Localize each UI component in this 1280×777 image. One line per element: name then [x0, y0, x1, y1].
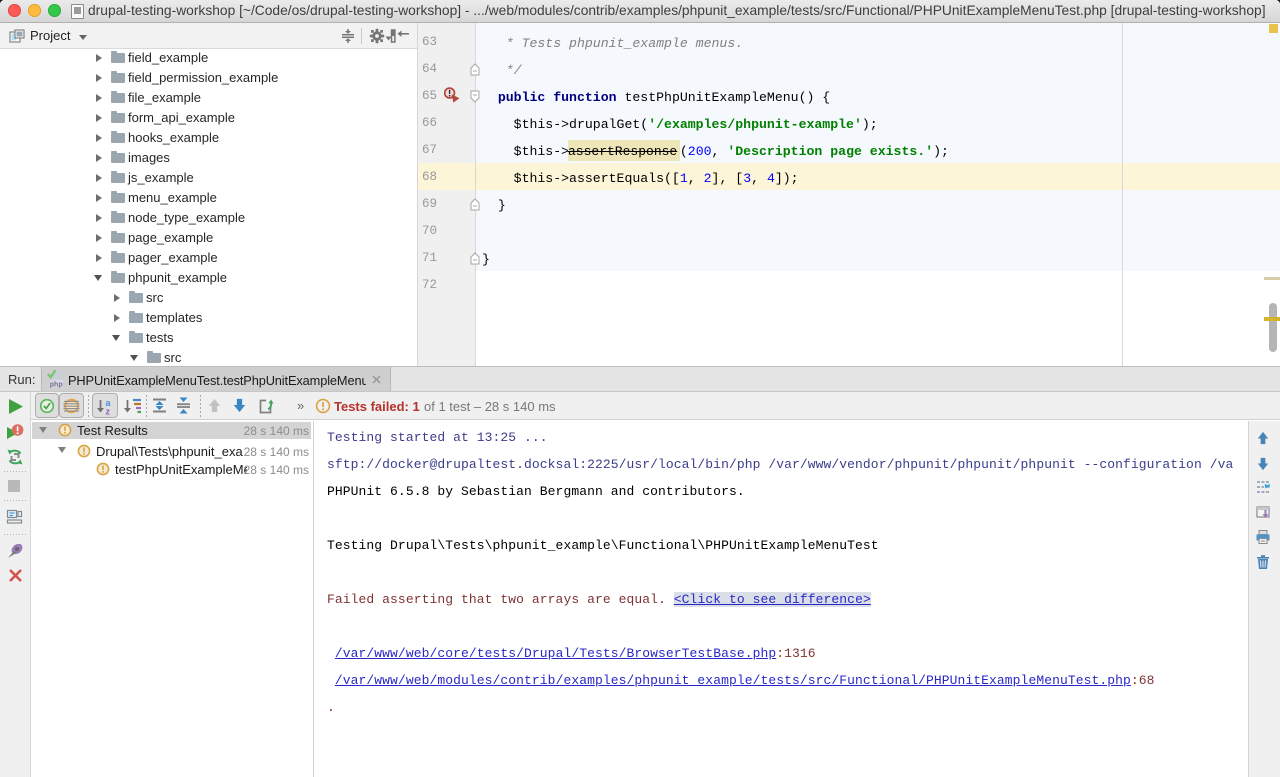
svg-text:php: php: [50, 381, 63, 388]
svg-text:z: z: [106, 407, 111, 416]
